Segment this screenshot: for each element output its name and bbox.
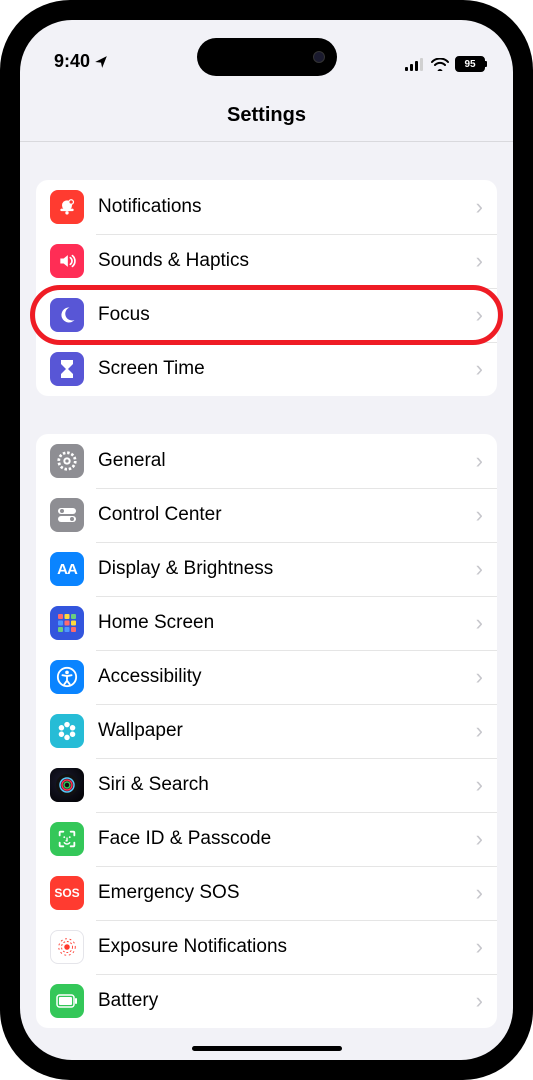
settings-row-accessibility[interactable]: Accessibility›	[36, 650, 497, 704]
settings-row-screen-time[interactable]: Screen Time›	[36, 342, 497, 396]
settings-row-label: Siri & Search	[98, 774, 476, 796]
settings-row-general[interactable]: General›	[36, 434, 497, 488]
chevron-right-icon: ›	[476, 718, 483, 744]
settings-row-label: Control Center	[98, 504, 476, 526]
chevron-right-icon: ›	[476, 248, 483, 274]
settings-group-1: Notifications›Sounds & Haptics›Focus›Scr…	[36, 180, 497, 396]
display-brightness-icon: AA	[50, 552, 84, 586]
location-icon	[94, 55, 108, 69]
settings-row-battery[interactable]: Battery›	[36, 974, 497, 1028]
screen-time-icon	[50, 352, 84, 386]
settings-row-label: Sounds & Haptics	[98, 250, 476, 272]
chevron-right-icon: ›	[476, 194, 483, 220]
chevron-right-icon: ›	[476, 772, 483, 798]
settings-row-sounds-haptics[interactable]: Sounds & Haptics›	[36, 234, 497, 288]
settings-row-label: General	[98, 450, 476, 472]
chevron-right-icon: ›	[476, 302, 483, 328]
settings-row-exposure[interactable]: Exposure Notifications›	[36, 920, 497, 974]
general-icon	[50, 444, 84, 478]
notifications-icon	[50, 190, 84, 224]
dynamic-island	[197, 38, 337, 76]
settings-row-label: Notifications	[98, 196, 476, 218]
settings-row-label: Wallpaper	[98, 720, 476, 742]
chevron-right-icon: ›	[476, 556, 483, 582]
home-indicator[interactable]	[192, 1046, 342, 1051]
settings-row-label: Battery	[98, 990, 476, 1012]
settings-row-notifications[interactable]: Notifications›	[36, 180, 497, 234]
wallpaper-icon	[50, 714, 84, 748]
settings-row-wallpaper[interactable]: Wallpaper›	[36, 704, 497, 758]
settings-row-home-screen[interactable]: Home Screen›	[36, 596, 497, 650]
chevron-right-icon: ›	[476, 826, 483, 852]
page-title: Settings	[20, 74, 513, 141]
battery-icon: 95	[455, 56, 485, 72]
chevron-right-icon: ›	[476, 356, 483, 382]
settings-row-face-id[interactable]: Face ID & Passcode›	[36, 812, 497, 866]
settings-group-2: General›Control Center›AADisplay & Brigh…	[36, 434, 497, 1028]
settings-row-label: Face ID & Passcode	[98, 828, 476, 850]
exposure-icon	[50, 930, 84, 964]
battery-icon	[50, 984, 84, 1018]
settings-row-display-brightness[interactable]: AA Display & Brightness›	[36, 542, 497, 596]
settings-row-label: Focus	[98, 304, 476, 326]
home-screen-icon	[50, 606, 84, 640]
chevron-right-icon: ›	[476, 502, 483, 528]
settings-row-label: Accessibility	[98, 666, 476, 688]
cellular-icon	[405, 58, 425, 71]
settings-row-siri-search[interactable]: Siri & Search›	[36, 758, 497, 812]
settings-row-label: Home Screen	[98, 612, 476, 634]
settings-row-focus[interactable]: Focus›	[36, 288, 497, 342]
chevron-right-icon: ›	[476, 664, 483, 690]
control-center-icon	[50, 498, 84, 532]
settings-row-label: Screen Time	[98, 358, 476, 380]
screen: 9:40 95 Settings Notifications›Sounds & …	[20, 20, 513, 1060]
settings-row-control-center[interactable]: Control Center›	[36, 488, 497, 542]
chevron-right-icon: ›	[476, 880, 483, 906]
accessibility-icon	[50, 660, 84, 694]
siri-search-icon	[50, 768, 84, 802]
settings-row-label: Emergency SOS	[98, 882, 476, 904]
wifi-icon	[431, 58, 449, 71]
chevron-right-icon: ›	[476, 934, 483, 960]
settings-content[interactable]: Notifications›Sounds & Haptics›Focus›Scr…	[20, 142, 513, 1060]
status-time: 9:40	[54, 51, 90, 72]
settings-row-label: Display & Brightness	[98, 558, 476, 580]
sounds-haptics-icon	[50, 244, 84, 278]
settings-row-label: Exposure Notifications	[98, 936, 476, 958]
phone-frame: 9:40 95 Settings Notifications›Sounds & …	[0, 0, 533, 1080]
chevron-right-icon: ›	[476, 448, 483, 474]
emergency-sos-icon: SOS	[50, 876, 84, 910]
settings-row-emergency-sos[interactable]: SOS Emergency SOS›	[36, 866, 497, 920]
focus-icon	[50, 298, 84, 332]
chevron-right-icon: ›	[476, 988, 483, 1014]
face-id-icon	[50, 822, 84, 856]
chevron-right-icon: ›	[476, 610, 483, 636]
